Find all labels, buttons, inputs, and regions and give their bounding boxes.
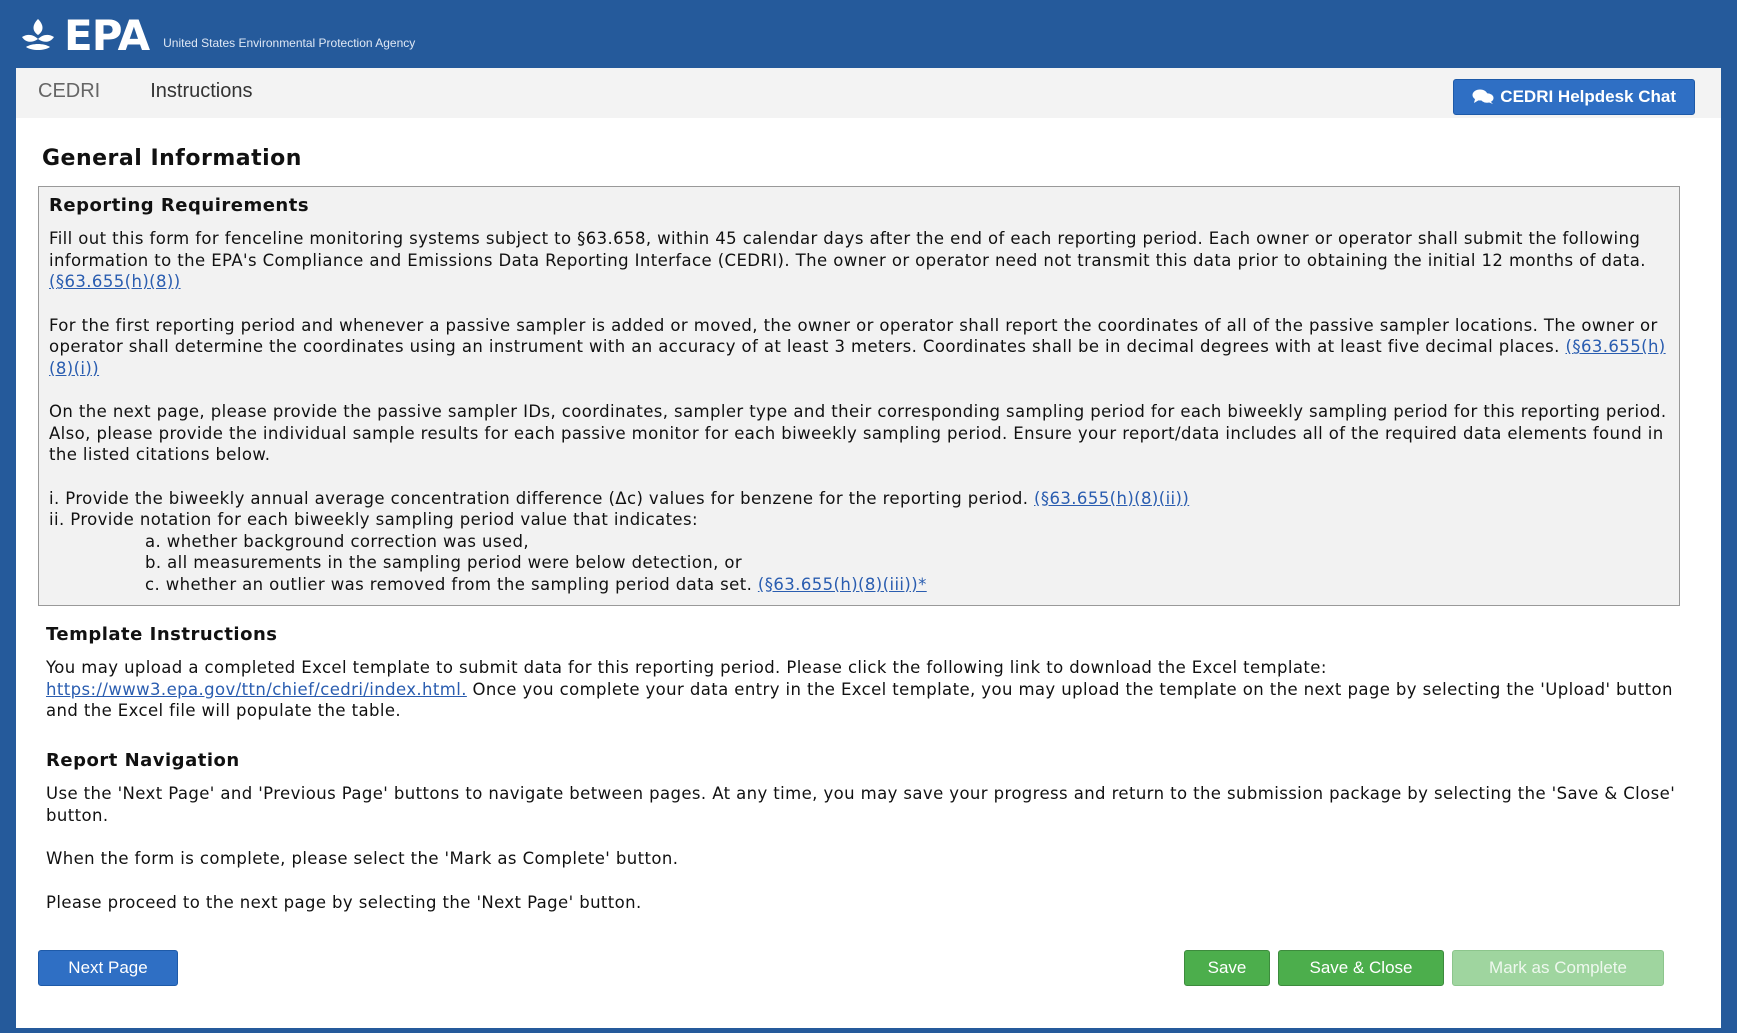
template-instructions-text: You may upload a completed Excel templat… bbox=[46, 657, 1686, 722]
next-page-button[interactable]: Next Page bbox=[38, 950, 178, 986]
breadcrumb: CEDRI Instructions bbox=[38, 80, 253, 103]
reporting-requirements-box: Reporting Requirements Fill out this for… bbox=[38, 186, 1680, 606]
chat-bubbles-icon bbox=[1472, 89, 1494, 104]
top-bar: CEDRI Instructions CEDRI Helpdesk Chat bbox=[16, 68, 1721, 118]
save-button[interactable]: Save bbox=[1184, 950, 1270, 986]
epa-logo[interactable]: EPA United States Environmental Protecti… bbox=[18, 11, 415, 60]
epa-header: EPA United States Environmental Protecti… bbox=[0, 0, 1737, 70]
breadcrumb-instructions: Instructions bbox=[150, 80, 253, 102]
requirement-item-c-text: c. whether an outlier was removed from t… bbox=[145, 574, 753, 594]
reporting-para-2: For the first reporting period and whene… bbox=[49, 315, 1669, 380]
requirement-item-c: c. whether an outlier was removed from t… bbox=[49, 574, 1669, 596]
page-title: General Information bbox=[42, 146, 302, 171]
requirement-item-i-text: i. Provide the biweekly annual average c… bbox=[49, 488, 1029, 508]
reporting-para-2-text: For the first reporting period and whene… bbox=[49, 315, 1658, 357]
template-instructions: Template Instructions You may upload a c… bbox=[46, 624, 1686, 744]
navigation-para-2: When the form is complete, please select… bbox=[46, 849, 679, 868]
template-instructions-title: Template Instructions bbox=[46, 624, 278, 645]
reporting-para-1-text: Fill out this form for fenceline monitor… bbox=[49, 229, 1646, 270]
epa-flower-icon bbox=[22, 19, 54, 50]
helpdesk-chat-button[interactable]: CEDRI Helpdesk Chat bbox=[1453, 79, 1695, 115]
epa-logo-text: EPA bbox=[64, 10, 150, 60]
reporting-para-3: On the next page, please provide the pas… bbox=[49, 402, 1667, 464]
citation-link-63-655-h-8-ii[interactable]: (§63.655(h)(8)(ii)) bbox=[1034, 489, 1189, 508]
navigation-para-3: Please proceed to the next page by selec… bbox=[46, 892, 642, 912]
agency-name: United States Environmental Protection A… bbox=[163, 36, 416, 50]
requirement-item-i: i. Provide the biweekly annual average c… bbox=[49, 488, 1669, 510]
requirement-item-b: b. all measurements in the sampling peri… bbox=[145, 553, 743, 572]
reporting-requirements-title: Reporting Requirements bbox=[49, 195, 310, 216]
template-text-before: You may upload a completed Excel templat… bbox=[46, 658, 1327, 677]
helpdesk-chat-label: CEDRI Helpdesk Chat bbox=[1500, 87, 1676, 106]
report-navigation-title: Report Navigation bbox=[46, 750, 240, 771]
citation-link-63-655-h-8-iii[interactable]: (§63.655(h)(8)(iii))* bbox=[758, 575, 927, 594]
mark-complete-button[interactable]: Mark as Complete bbox=[1452, 950, 1664, 986]
excel-template-link[interactable]: https://www3.epa.gov/ttn/chief/cedri/ind… bbox=[46, 680, 467, 699]
citation-link-63-655-h-8[interactable]: (§63.655(h)(8)) bbox=[49, 272, 181, 291]
reporting-para-1: Fill out this form for fenceline monitor… bbox=[49, 228, 1669, 293]
requirement-item-a: a. whether background correction was use… bbox=[145, 531, 529, 551]
main-panel: CEDRI Instructions CEDRI Helpdesk Chat G… bbox=[16, 68, 1721, 1028]
report-navigation: Report Navigation Use the 'Next Page' an… bbox=[46, 750, 1686, 935]
navigation-para-1: Use the 'Next Page' and 'Previous Page' … bbox=[46, 784, 1676, 825]
requirement-item-ii: ii. Provide notation for each biweekly s… bbox=[49, 510, 698, 529]
save-close-button[interactable]: Save & Close bbox=[1278, 950, 1444, 986]
breadcrumb-cedri[interactable]: CEDRI bbox=[38, 80, 100, 103]
